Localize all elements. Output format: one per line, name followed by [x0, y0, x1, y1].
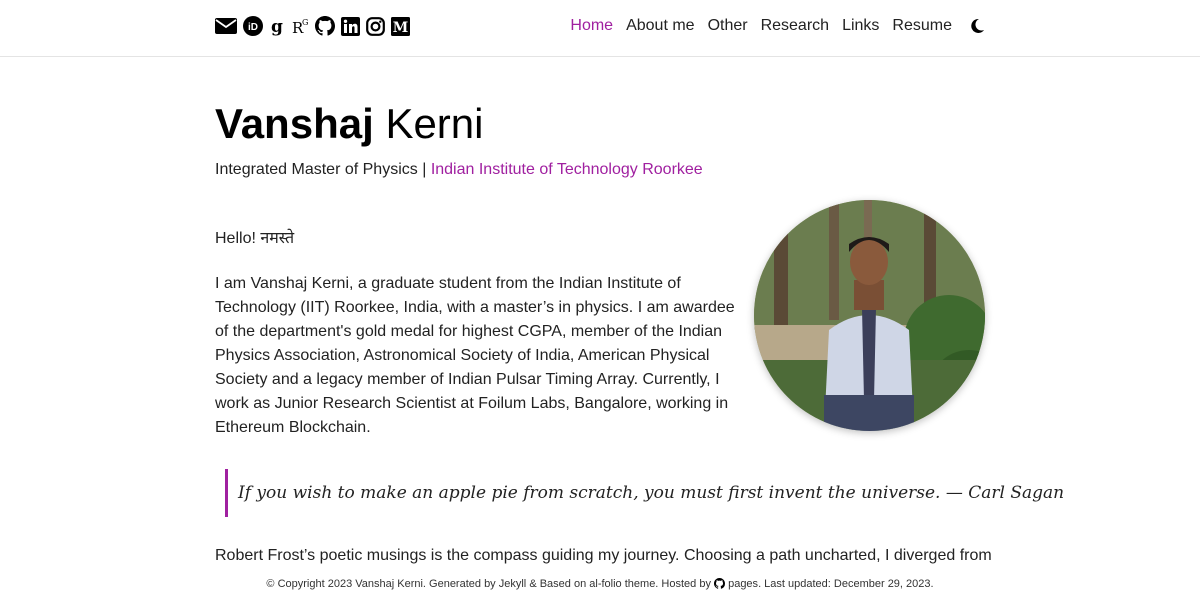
github-pages-icon [714, 576, 726, 596]
frost-paragraph: Robert Frost’s poetic musings is the com… [215, 547, 992, 564]
nav-item-links[interactable]: Links [842, 17, 879, 35]
footer-based-on: & Based on [529, 578, 587, 590]
instagram-icon[interactable] [366, 16, 385, 36]
svg-text:G: G [302, 18, 308, 27]
institute-link[interactable]: Indian Institute of Technology Roorkee [431, 161, 703, 178]
blockquote: If you wish to make an apple pie from sc… [225, 469, 1064, 517]
google-scholar-icon[interactable]: g [269, 16, 285, 36]
bio-paragraph: I am Vanshaj Kerni, a graduate student f… [215, 275, 735, 436]
last-name: Kerni [385, 100, 484, 147]
linkedin-icon[interactable] [341, 16, 360, 36]
nav-item-resume[interactable]: Resume [892, 17, 952, 35]
social-icons: iD g RG M [215, 16, 410, 36]
nav-item-about-me[interactable]: About me [626, 17, 694, 35]
footer-hosted: theme. Hosted by [624, 578, 711, 590]
svg-text:M: M [393, 20, 409, 36]
navbar: iD g RG M Home About me Other Research L… [0, 0, 1200, 57]
subtitle: Integrated Master of Physics | Indian In… [215, 161, 703, 179]
main-nav: Home About me Other Research Links Resum… [570, 17, 985, 35]
researchgate-icon[interactable]: RG [291, 16, 309, 36]
footer-theme-link[interactable]: al-folio [589, 578, 621, 590]
medium-icon[interactable]: M [391, 16, 410, 36]
profile-photo [754, 200, 985, 431]
nav-item-research[interactable]: Research [761, 17, 829, 35]
nav-item-home[interactable]: Home [570, 17, 613, 35]
page-title: Vanshaj Kerni [215, 100, 484, 148]
subtitle-degree: Integrated Master of Physics | [215, 161, 427, 178]
footer-pages-link[interactable]: pages [728, 578, 758, 590]
greeting: Hello! नमस्ते [215, 230, 295, 247]
footer-updated: . Last updated: December 29, 2023. [758, 578, 934, 590]
github-icon[interactable] [315, 16, 335, 36]
envelope-icon[interactable] [215, 16, 237, 36]
svg-text:iD: iD [248, 22, 258, 33]
footer-jekyll-link[interactable]: Jekyll [499, 578, 527, 590]
svg-text:g: g [271, 17, 283, 36]
nav-item-other[interactable]: Other [708, 17, 748, 35]
footer-copyright: © Copyright 2023 Vanshaj Kerni. Generate… [266, 578, 496, 590]
first-name: Vanshaj [215, 100, 374, 147]
orcid-icon[interactable]: iD [243, 16, 263, 36]
moon-icon[interactable] [969, 18, 985, 34]
footer: © Copyright 2023 Vanshaj Kerni. Generate… [0, 574, 1200, 600]
